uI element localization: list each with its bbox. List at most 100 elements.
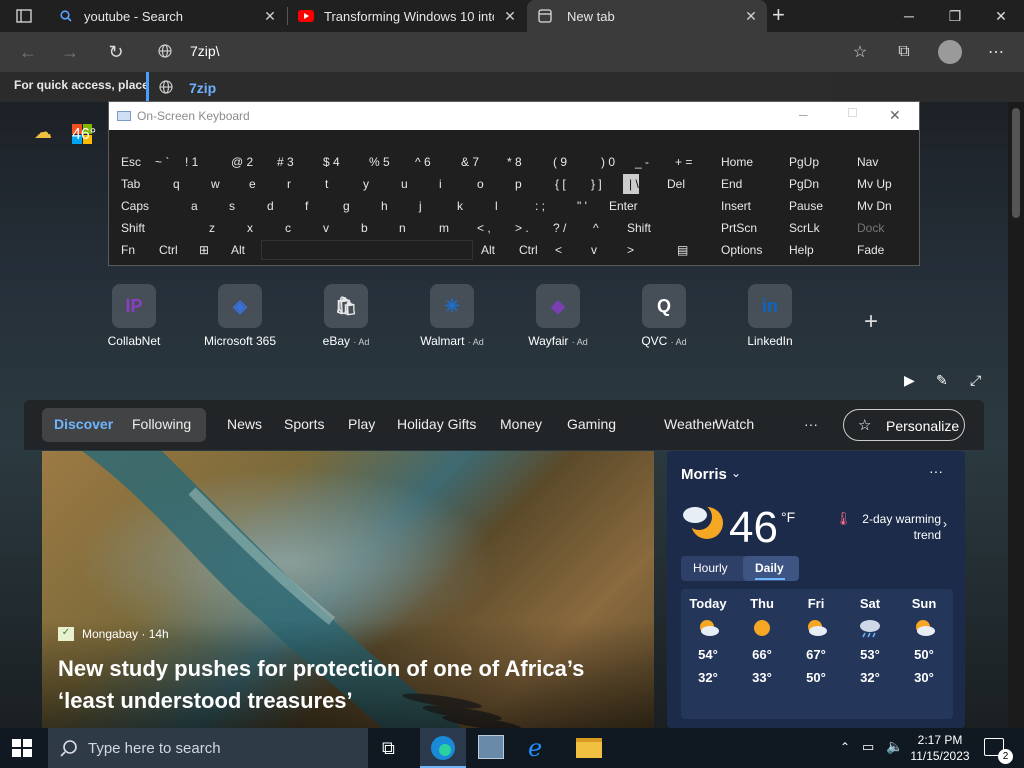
osk-nav-key[interactable]: Fade: [851, 240, 885, 260]
osk-key[interactable]: ▤: [671, 240, 689, 260]
osk-key[interactable]: t: [319, 174, 329, 194]
osk-key[interactable]: & 7: [455, 152, 480, 172]
osk-key[interactable]: j: [413, 196, 422, 216]
osk-key[interactable]: c: [279, 218, 291, 238]
shortcut-tile[interactable]: ◈ Microsoft 365: [198, 284, 282, 348]
osk-nav-key[interactable]: Insert: [715, 196, 752, 216]
osk-key[interactable]: * 8: [501, 152, 522, 172]
osk-key[interactable]: ! 1: [179, 152, 199, 172]
tab-discover[interactable]: Discover: [54, 416, 113, 432]
osk-key[interactable]: " ': [571, 196, 587, 216]
osk-key[interactable]: @ 2: [225, 152, 254, 172]
edge-taskbar-icon[interactable]: [420, 728, 466, 768]
forecast-day[interactable]: Today 54° 32°: [681, 596, 735, 685]
close-tab-icon[interactable]: ✕: [502, 8, 518, 25]
osk-key[interactable]: q: [167, 174, 180, 194]
osk-nav-key[interactable]: PrtScn: [715, 218, 758, 238]
osk-nav-key[interactable]: Mv Up: [851, 174, 892, 194]
osk-key[interactable]: u: [395, 174, 408, 194]
osk-key[interactable]: > .: [509, 218, 529, 238]
osk-maximize-button[interactable]: ☐: [847, 106, 858, 120]
osk-key[interactable]: ) 0: [595, 152, 616, 172]
osk-nav-key[interactable]: Mv Dn: [851, 196, 892, 216]
osk-key[interactable]: s: [223, 196, 235, 216]
settings-more-icon[interactable]: ⋯: [978, 34, 1014, 70]
osk-key[interactable]: } ]: [585, 174, 602, 194]
osk-key[interactable]: f: [299, 196, 309, 216]
address-input[interactable]: 7zip\: [190, 43, 220, 59]
close-tab-icon[interactable]: ✕: [262, 8, 278, 25]
shortcut-tile[interactable]: IP CollabNet: [92, 284, 176, 348]
osk-title-bar[interactable]: On-Screen Keyboard ─ ☐ ✕: [109, 102, 919, 130]
osk-key[interactable]: < ,: [471, 218, 491, 238]
favorites-star-icon[interactable]: ☆: [842, 34, 878, 70]
osk-key[interactable]: v: [317, 218, 329, 238]
tab-new-tab[interactable]: New tab ✕: [527, 0, 767, 32]
osk-key[interactable]: d: [261, 196, 274, 216]
osk-key[interactable]: b: [355, 218, 368, 238]
osk-key[interactable]: Ctrl: [153, 240, 178, 260]
osk-key[interactable]: p: [509, 174, 522, 194]
osk-key[interactable]: Alt: [475, 240, 496, 260]
shortcut-tile[interactable]: ◆ Wayfair · Ad: [516, 284, 600, 348]
osk-key[interactable]: ^ 6: [409, 152, 431, 172]
close-window-button[interactable]: ✕: [978, 0, 1024, 32]
osk-key[interactable]: o: [471, 174, 484, 194]
osk-key[interactable]: ? /: [547, 218, 567, 238]
minimize-button[interactable]: ─: [886, 0, 932, 32]
collections-icon[interactable]: ⧉: [886, 34, 922, 70]
osk-key[interactable]: a: [185, 196, 198, 216]
forecast-day[interactable]: Fri 67° 50°: [789, 596, 843, 685]
osk-nav-key[interactable]: Nav: [851, 152, 879, 172]
osk-key[interactable]: Alt: [225, 240, 246, 260]
osk-nav-key[interactable]: Options: [715, 240, 763, 260]
feed-nav-item[interactable]: Holiday Gifts: [397, 416, 476, 432]
osk-key[interactable]: y: [357, 174, 369, 194]
weather-card[interactable]: Morris ⌄ ··· 46 °F 🌡 2-day warming trend…: [667, 451, 965, 728]
osk-key[interactable]: ^: [587, 218, 599, 238]
osk-key[interactable]: m: [433, 218, 449, 238]
osk-nav-key[interactable]: ScrLk: [783, 218, 820, 238]
tab-actions-icon[interactable]: [8, 6, 40, 26]
osk-spacebar[interactable]: [261, 240, 473, 260]
tab-youtube-search[interactable]: youtube - Search ✕: [48, 0, 286, 32]
back-button[interactable]: ←: [10, 34, 46, 70]
weather-mini-temp[interactable]: 46°: [72, 126, 96, 144]
file-explorer-icon[interactable]: [576, 738, 602, 758]
osk-key[interactable]: e: [243, 174, 256, 194]
address-bar[interactable]: 7zip\: [146, 36, 834, 66]
osk-minimize-button[interactable]: ─: [799, 108, 808, 122]
osk-key[interactable]: v: [585, 240, 597, 260]
osk-key[interactable]: _ -: [629, 152, 650, 172]
restore-button[interactable]: ❐: [932, 0, 978, 32]
article-title[interactable]: New study pushes for protection of one o…: [58, 653, 584, 717]
fullscreen-icon[interactable]: ⤢: [970, 372, 981, 389]
osk-key[interactable]: Shift: [115, 218, 146, 238]
osk-key[interactable]: # 3: [271, 152, 294, 172]
osk-key[interactable]: h: [375, 196, 388, 216]
more-icon[interactable]: ···: [804, 416, 818, 432]
weather-more-icon[interactable]: ···: [929, 463, 943, 479]
feed-nav-item[interactable]: Watch: [715, 416, 754, 432]
chevron-up-icon[interactable]: ⌃: [840, 740, 850, 754]
osk-key[interactable]: Ctrl: [513, 240, 538, 260]
network-icon[interactable]: ▭: [862, 739, 874, 755]
osk-key[interactable]: + =: [669, 152, 693, 172]
weather-trend[interactable]: 2-day warming trend: [851, 511, 941, 543]
osk-taskbar-icon[interactable]: [478, 735, 504, 759]
osk-nav-key[interactable]: Dock: [851, 218, 885, 238]
shortcut-tile[interactable]: Q QVC · Ad: [622, 284, 706, 348]
tab-youtube-video[interactable]: Transforming Windows 10 into W ✕: [288, 0, 526, 32]
osk-key[interactable]: <: [549, 240, 563, 260]
osk-key[interactable]: ( 9: [547, 152, 568, 172]
osk-key[interactable]: n: [393, 218, 406, 238]
feed-nav-item[interactable]: Weather: [664, 416, 717, 432]
osk-key[interactable]: i: [433, 174, 442, 194]
internet-explorer-icon[interactable]: e: [528, 734, 542, 762]
new-tab-button[interactable]: +: [772, 4, 794, 28]
osk-nav-key[interactable]: PgUp: [783, 152, 820, 172]
forecast-day[interactable]: Sat 53° 32°: [843, 596, 897, 685]
chevron-down-icon[interactable]: ⌄: [731, 466, 741, 480]
forecast-day[interactable]: Sun 50° 30°: [897, 596, 951, 685]
osk-key[interactable]: r: [281, 174, 291, 194]
